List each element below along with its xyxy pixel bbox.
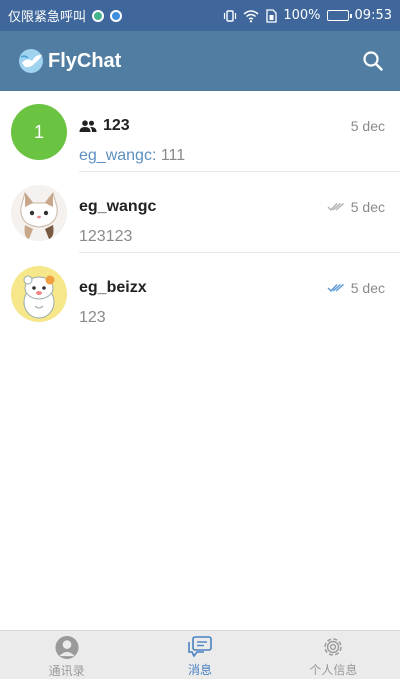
chat-date: 5 dec [327,199,385,215]
chat-name: eg_wangc [79,198,156,216]
notification-upload-icon [110,9,123,22]
sim-icon [265,8,278,23]
app-bar: FlyChat [0,31,400,91]
status-right: 100% 09:53 [223,8,392,23]
tab-messages[interactable]: 消息 [133,631,266,679]
settings-icon [324,638,343,656]
chat-name: eg_beizx [79,279,147,297]
chat-name-text: 123 [103,117,130,134]
status-left: 仅限紧急呼叫 [8,6,123,25]
contacts-icon [55,635,79,660]
double-check-gray-icon [327,202,344,212]
carrier-text: 仅限紧急呼叫 [8,10,87,25]
avatar-initial: 1 [33,121,44,142]
search-icon [363,51,383,71]
battery-icon [326,10,352,21]
preview-text: 111 [156,147,186,164]
chat-name: 123 [79,117,130,135]
battery-percent: 100% [283,8,321,23]
chat-preview: 123 [79,309,106,327]
chat-list: 1 123 5 dec eg_wangc: 111 eg_wangc 5 dec… [0,91,400,334]
preview-text: 123 [79,309,106,326]
tab-profile[interactable]: 个人信息 [267,631,400,679]
cat-avatar-icon [11,185,67,241]
chat-date: 5 dec [327,280,385,296]
avatar [11,266,67,322]
chat-name-text: eg_beizx [79,279,147,296]
flychat-logo-icon [19,49,43,73]
preview-sender: eg_wangc: [79,147,157,164]
tab-label: 消息 [187,663,212,677]
chat-date-text: 5 dec [350,280,385,296]
tab-label: 个人信息 [309,663,358,677]
brand: FlyChat [18,48,121,74]
chat-date-text: 5 dec [350,199,385,215]
app-title: FlyChat [48,49,122,72]
avatar [11,185,67,241]
chat-name-text: eg_wangc [79,198,157,215]
chat-date-text: 5 dec [350,118,385,134]
hamster-avatar-icon [11,266,67,322]
notification-app-icon [92,9,105,22]
bottom-tab-bar: 通讯录 消息 个人信息 [0,630,400,679]
chat-item-eg-wangc[interactable]: eg_wangc 5 dec 123123 [0,172,400,253]
vibrate-icon [223,9,237,23]
clock-time: 09:53 [354,8,392,23]
messages-icon [188,636,212,658]
status-bar: 仅限紧急呼叫 100% 09:53 [0,0,400,31]
chat-item-eg-beizx[interactable]: eg_beizx 5 dec 123 [0,253,400,334]
avatar: 1 [11,104,67,160]
tab-contacts[interactable]: 通讯录 [0,631,133,679]
group-icon [79,120,97,132]
chat-preview: eg_wangc: 111 [79,147,185,165]
chat-item-123[interactable]: 1 123 5 dec eg_wangc: 111 [0,91,400,172]
chat-date: 5 dec [351,118,385,134]
preview-text: 123123 [79,228,133,245]
tab-label: 通讯录 [48,664,85,678]
wifi-icon [243,9,259,23]
search-button[interactable] [360,48,386,74]
double-check-blue-icon [327,283,344,293]
chat-preview: 123123 [79,228,132,246]
